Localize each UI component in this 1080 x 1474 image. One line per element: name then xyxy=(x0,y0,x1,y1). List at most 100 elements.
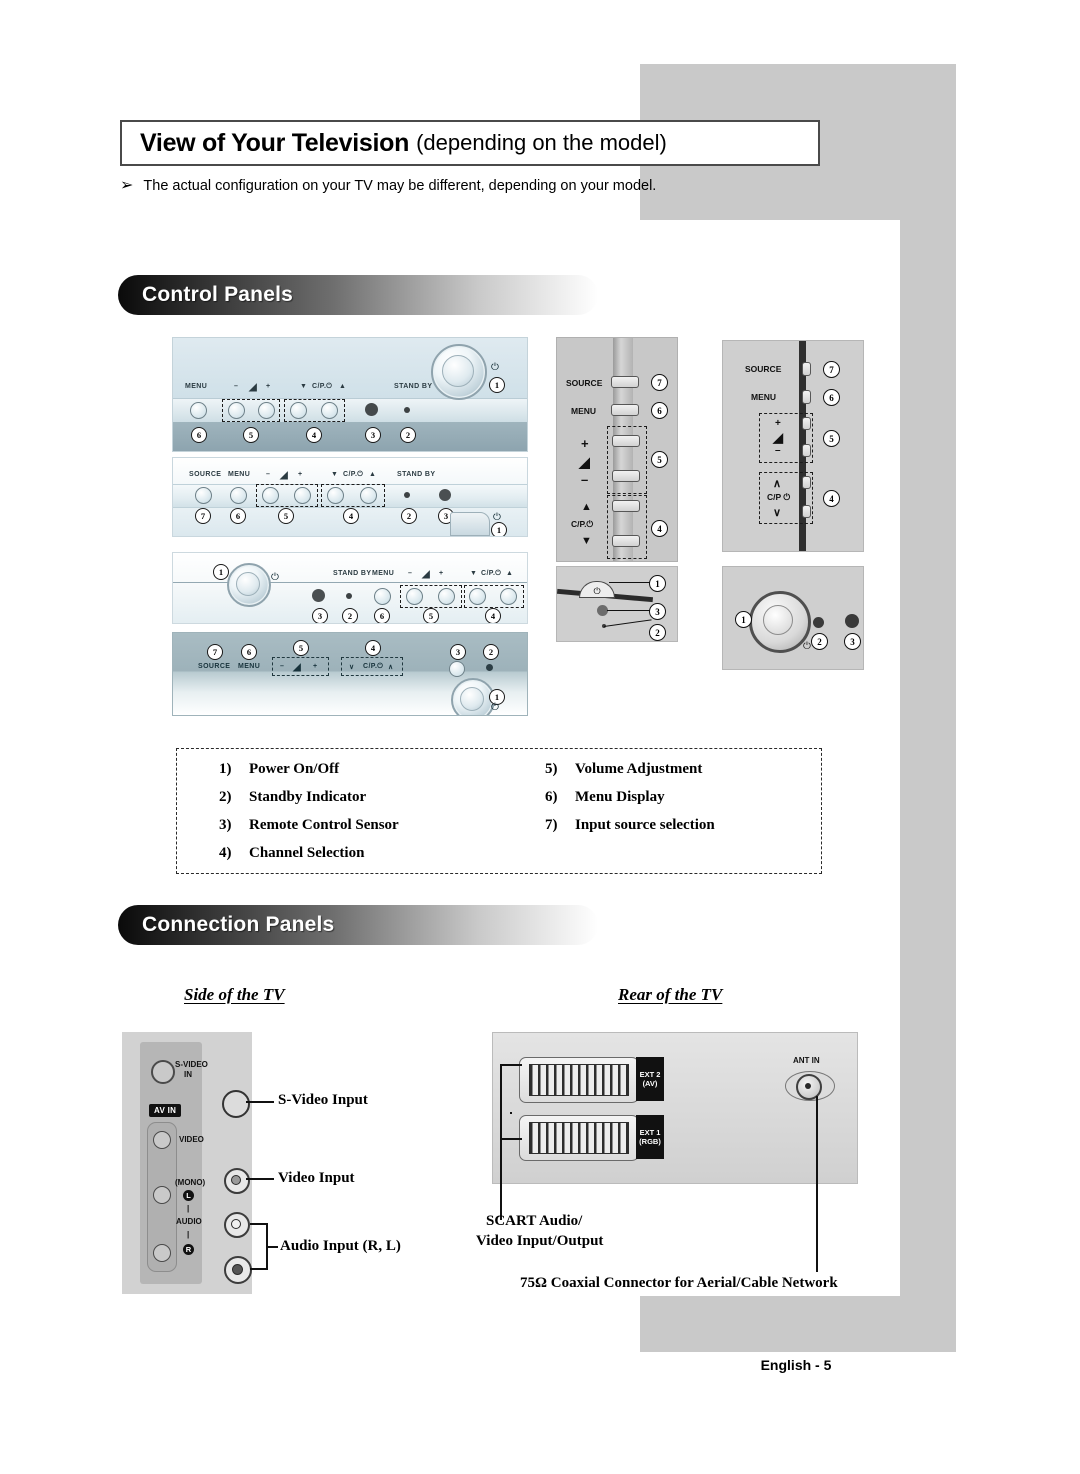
control-detail-illustration-1: ⏻ 1 3 2 xyxy=(556,566,678,642)
audio-left-jack-icon xyxy=(224,1212,250,1238)
label-vol-minus: – xyxy=(266,471,271,478)
power-dial-icon[interactable] xyxy=(227,563,271,607)
channel-up-button[interactable] xyxy=(612,500,640,512)
label-audio: AUDIO xyxy=(176,1217,202,1226)
note-block: ➢ The actual configuration on your TV ma… xyxy=(120,176,680,197)
audio-left-jack-outline xyxy=(153,1186,171,1204)
power-symbol-icon: ⏻ xyxy=(593,587,601,597)
callout-4: 4 xyxy=(485,608,501,623)
leader-svideo xyxy=(246,1101,274,1103)
ant-coax-icon xyxy=(796,1074,822,1100)
label-standby: STAND BY xyxy=(333,570,372,577)
label-standby: STAND BY xyxy=(394,383,433,390)
audio-divider: | xyxy=(187,1204,190,1213)
menu-button[interactable] xyxy=(230,487,247,504)
callout-7: 7 xyxy=(207,644,223,660)
standby-led-icon xyxy=(486,664,493,671)
ch-up-icon: ∧ xyxy=(773,478,782,490)
callout-6: 6 xyxy=(374,608,390,623)
callout-5: 5 xyxy=(293,640,309,656)
remote-sensor-icon xyxy=(312,589,325,602)
callout-1: 1 xyxy=(735,611,752,628)
remote-sensor-icon xyxy=(365,403,378,416)
label-vol-plus: + xyxy=(439,570,444,577)
menu-button[interactable] xyxy=(190,402,207,419)
source-button[interactable] xyxy=(611,376,639,388)
callout-6: 6 xyxy=(651,402,668,419)
volume-up-button[interactable] xyxy=(612,435,640,447)
channel-down-button[interactable] xyxy=(327,487,344,504)
decor-grey-right xyxy=(900,64,956,1352)
channel-down-button[interactable] xyxy=(290,402,307,419)
channel-up-button[interactable] xyxy=(321,402,338,419)
video-jack-icon xyxy=(224,1168,250,1194)
channel-down-button[interactable] xyxy=(802,505,811,518)
menu-button[interactable] xyxy=(802,390,811,404)
label-vol-minus: – xyxy=(581,472,589,487)
volume-up-button[interactable] xyxy=(258,402,275,419)
source-button[interactable] xyxy=(195,487,212,504)
volume-icon: ◢ xyxy=(249,382,258,393)
volume-down-button[interactable] xyxy=(612,470,640,482)
callout-1: 1 xyxy=(213,564,229,580)
legend-number: 1) xyxy=(219,761,232,777)
callout-4: 4 xyxy=(823,490,840,507)
section-header-connection-panels: Connection Panels xyxy=(118,905,598,945)
callout-3: 3 xyxy=(312,608,328,623)
legend-item: 6) Menu Display xyxy=(545,789,715,806)
channel-down-button[interactable] xyxy=(469,588,486,605)
remote-sensor-icon xyxy=(845,614,859,628)
volume-down-button[interactable] xyxy=(802,444,811,457)
power-symbol-icon: ⏻ xyxy=(803,641,811,652)
channel-up-button[interactable] xyxy=(360,487,377,504)
volume-up-button[interactable] xyxy=(294,487,311,504)
callout-1: 1 xyxy=(649,575,666,592)
channel-down-button[interactable] xyxy=(612,535,640,547)
menu-button[interactable] xyxy=(611,404,639,416)
subheading-side-of-tv: Side of the TV xyxy=(184,985,285,1004)
footer-band xyxy=(640,1296,956,1352)
leader-scart-vertical xyxy=(500,1064,502,1220)
power-button-icon[interactable]: ⏻ xyxy=(579,581,615,598)
leader-video xyxy=(246,1178,274,1180)
volume-up-button[interactable] xyxy=(802,417,811,430)
footer-page-box: English - 5 xyxy=(714,1352,878,1378)
label-standby: STAND BY xyxy=(397,471,436,478)
ch-up-icon: ∧ xyxy=(388,664,394,671)
power-symbol-icon: ⏻ xyxy=(491,702,499,713)
power-dial-icon[interactable] xyxy=(749,591,811,653)
audio-right-badge: R xyxy=(183,1244,194,1255)
volume-down-button[interactable] xyxy=(406,588,423,605)
av-in-badge: AV IN xyxy=(149,1104,182,1117)
audio-left-badge: L xyxy=(183,1190,194,1201)
source-button[interactable] xyxy=(802,362,811,376)
power-key-icon[interactable] xyxy=(450,512,490,536)
channel-up-button[interactable] xyxy=(500,588,517,605)
callout-3: 3 xyxy=(844,633,861,650)
menu-button[interactable] xyxy=(374,588,391,605)
svideo-jack-icon xyxy=(222,1090,250,1118)
legend-number: 6) xyxy=(545,789,558,805)
leader-scart-joint xyxy=(510,1112,512,1114)
callout-3: 3 xyxy=(365,427,381,443)
page-title-subtitle: (depending on the model) xyxy=(416,130,667,155)
legend-number: 5) xyxy=(545,761,558,777)
label-source: SOURCE xyxy=(198,663,231,670)
channel-up-button[interactable] xyxy=(802,476,811,489)
callout-2: 2 xyxy=(483,644,499,660)
section-header-control-panels-label: Control Panels xyxy=(142,283,293,306)
label-vol-plus: + xyxy=(581,436,589,451)
callout-5: 5 xyxy=(243,427,259,443)
label-menu: MENU xyxy=(571,406,597,416)
callout-video-input: Video Input xyxy=(278,1170,355,1186)
legend-box: 1) Power On/Off 2) Standby Indicator 3) … xyxy=(176,748,822,874)
legend-item: 1) Power On/Off xyxy=(219,761,399,778)
power-symbol-icon: ⏻ xyxy=(271,572,279,583)
volume-down-button[interactable] xyxy=(262,487,279,504)
legend-column-right: 5) Volume Adjustment 6) Menu Display 7) … xyxy=(545,761,715,845)
remote-sensor-icon xyxy=(439,489,451,501)
label-vol-plus: + xyxy=(313,663,318,670)
volume-up-button[interactable] xyxy=(438,588,455,605)
volume-down-button[interactable] xyxy=(228,402,245,419)
audio-right-jack-outline xyxy=(153,1244,171,1262)
